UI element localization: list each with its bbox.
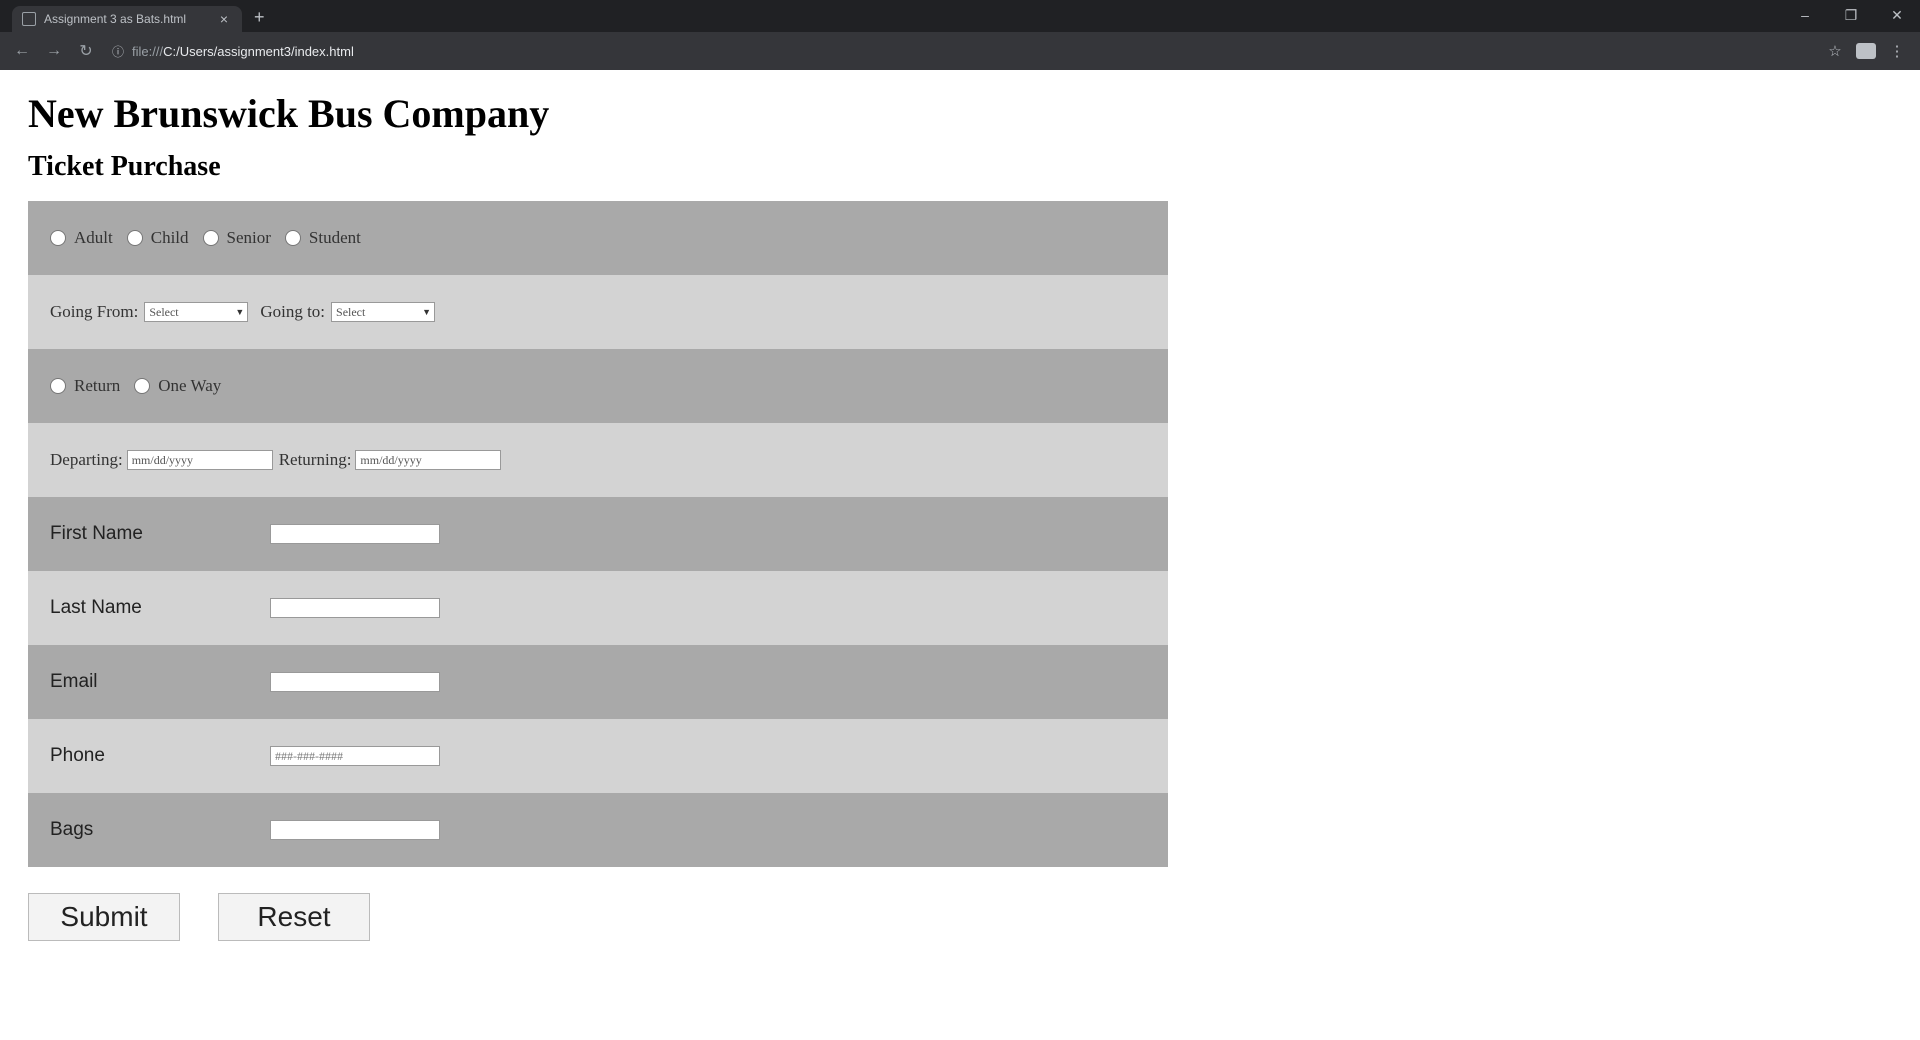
email-row: Email xyxy=(28,645,1168,719)
route-row: Going From: Select ▼ Going to: Select ▼ xyxy=(28,275,1168,349)
url-scheme: file:/// xyxy=(132,43,164,59)
bookmark-star-icon[interactable]: ☆ xyxy=(1820,37,1850,65)
radio-one-way[interactable] xyxy=(134,378,151,394)
returning-date-input[interactable]: mm/dd/yyyy xyxy=(355,450,502,470)
phone-field[interactable]: ###-###-#### xyxy=(270,746,440,766)
window-controls: – ❐ ✕ xyxy=(1782,0,1920,30)
forward-icon[interactable]: → xyxy=(40,37,68,65)
departing-date-input[interactable]: mm/dd/yyyy xyxy=(126,450,273,470)
phone-row: Phone ###-###-#### xyxy=(28,719,1168,793)
first-name-label: First Name xyxy=(50,523,143,544)
ticket-type-senior[interactable]: Senior xyxy=(202,228,271,248)
menu-icon[interactable]: ⋮ xyxy=(1882,37,1912,65)
ticket-form: Adult Child Senior Student Going From: S… xyxy=(28,201,1168,867)
ticket-type-student[interactable]: Student xyxy=(284,228,361,248)
bags-label: Bags xyxy=(50,819,94,840)
browser-tab[interactable]: Assignment 3 as Bats.html × xyxy=(12,6,242,32)
trip-type-one-way[interactable]: One Way xyxy=(134,376,221,396)
going-to-select[interactable]: Select ▼ xyxy=(331,302,436,322)
radio-senior[interactable] xyxy=(202,230,219,246)
address-bar[interactable]: ⓘ file:/// C:/Users/assignment3/index.ht… xyxy=(112,37,1820,65)
form-buttons: Submit Reset xyxy=(28,893,1892,941)
chevron-down-icon: ▼ xyxy=(422,307,432,317)
phone-label: Phone xyxy=(50,745,105,766)
first-name-field[interactable] xyxy=(270,524,440,544)
close-window-button[interactable]: ✕ xyxy=(1874,0,1920,30)
submit-button[interactable]: Submit xyxy=(28,893,180,941)
chevron-down-icon: ▼ xyxy=(235,307,245,317)
reload-icon[interactable]: ↻ xyxy=(72,37,100,65)
ticket-type-row: Adult Child Senior Student xyxy=(28,201,1168,275)
browser-tab-bar: Assignment 3 as Bats.html × + – ❐ ✕ xyxy=(0,0,1920,32)
page-title: New Brunswick Bus Company xyxy=(28,91,550,136)
page-subtitle: Ticket Purchase xyxy=(28,151,221,182)
email-label: Email xyxy=(50,671,98,692)
first-name-row: First Name xyxy=(28,497,1168,571)
url-path: C:/Users/assignment3/index.html xyxy=(163,43,354,59)
radio-return[interactable] xyxy=(50,378,66,394)
radio-child[interactable] xyxy=(126,230,143,246)
extension-icon[interactable] xyxy=(1856,43,1876,59)
last-name-row: Last Name xyxy=(28,571,1168,645)
new-tab-button[interactable]: + xyxy=(254,7,265,28)
last-name-label: Last Name xyxy=(50,597,142,618)
bags-row: Bags xyxy=(28,793,1168,867)
going-to-label: Going to: xyxy=(260,302,326,321)
email-field[interactable] xyxy=(270,672,440,692)
last-name-field[interactable] xyxy=(270,598,440,618)
browser-nav-bar: ← → ↻ ⓘ file:/// C:/Users/assignment3/in… xyxy=(0,32,1920,70)
close-tab-icon[interactable]: × xyxy=(216,11,232,27)
browser-actions: ☆ ⋮ xyxy=(1820,37,1912,65)
bags-field[interactable] xyxy=(270,820,440,840)
going-from-label: Going From: xyxy=(50,302,139,321)
page-icon xyxy=(22,12,36,26)
returning-label: Returning: xyxy=(278,450,352,469)
file-icon: ⓘ xyxy=(112,44,125,59)
radio-adult[interactable] xyxy=(50,230,66,246)
back-icon[interactable]: ← xyxy=(8,37,36,65)
going-from-select[interactable]: Select ▼ xyxy=(144,302,249,322)
radio-student[interactable] xyxy=(284,230,301,246)
ticket-type-child[interactable]: Child xyxy=(126,228,189,248)
trip-type-return[interactable]: Return xyxy=(50,376,120,396)
page-content: New Brunswick Bus Company Ticket Purchas… xyxy=(0,90,1920,941)
dates-row: Departing: mm/dd/yyyy Returning: mm/dd/y… xyxy=(28,423,1168,497)
ticket-type-adult[interactable]: Adult xyxy=(50,228,113,248)
trip-type-row: Return One Way xyxy=(28,349,1168,423)
maximize-button[interactable]: ❐ xyxy=(1828,0,1874,30)
departing-label: Departing: xyxy=(50,450,123,469)
tab-title: Assignment 3 as Bats.html xyxy=(44,12,187,26)
minimize-button[interactable]: – xyxy=(1782,0,1828,30)
reset-button[interactable]: Reset xyxy=(218,893,370,941)
